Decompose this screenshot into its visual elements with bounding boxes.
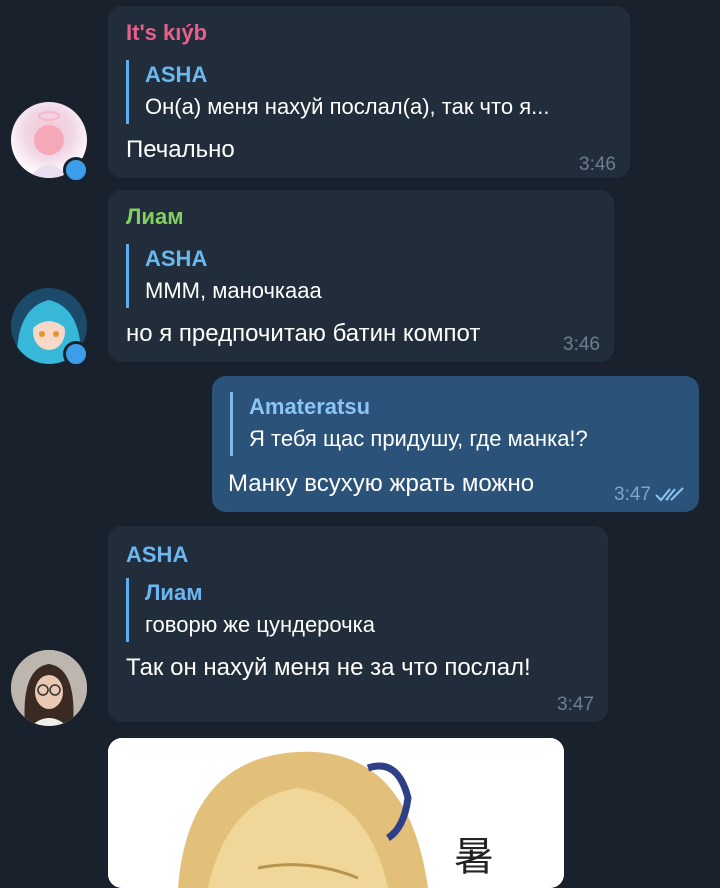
message-time: 3:47 (614, 484, 651, 505)
message-time: 3:46 (579, 154, 616, 175)
reply-text: Я тебя щас придушу, где манка!? (249, 426, 588, 451)
online-indicator (63, 341, 89, 367)
reply-text: Он(а) меня нахуй послал(а), так что я... (145, 94, 550, 119)
message-text: но я предпочитаю батин компот (126, 320, 481, 347)
sender-name[interactable]: ASHA (126, 542, 188, 568)
anime-image (108, 738, 564, 888)
sender-name[interactable]: Лиам (126, 204, 183, 230)
double-check-icon (655, 487, 684, 502)
reply-text: говорю же цундерочка (145, 612, 375, 637)
message-text: Печально (126, 136, 235, 163)
message-bubble[interactable]: It's kıýb ASHA Он(а) меня нахуй послал(а… (108, 6, 630, 178)
image-message[interactable]: 暑 (108, 738, 564, 888)
message-time: 3:46 (563, 334, 600, 355)
message-bubble[interactable]: ASHA Лиам говорю же цундерочка Так он на… (108, 526, 608, 722)
avatar-image (11, 650, 87, 726)
sender-name[interactable]: It's kıýb (126, 20, 207, 46)
avatar[interactable] (11, 650, 87, 726)
reply-quote[interactable]: ASHA Он(а) меня нахуй послал(а), так что… (126, 60, 618, 124)
message-time: 3:47 (557, 694, 594, 715)
reply-quote[interactable]: ASHA МММ, маночкааа (126, 244, 602, 308)
reply-sender: ASHA (145, 246, 208, 271)
reply-quote[interactable]: Лиам говорю же цундерочка (126, 578, 596, 642)
message-text: Манку всухую жрать можно (228, 470, 535, 497)
message-bubble[interactable]: Лиам ASHA МММ, маночкааа но я предпочита… (108, 190, 614, 362)
reply-sender: Лиам (145, 580, 203, 605)
message-text: Так он нахуй меня не за что послал! (126, 654, 531, 681)
reply-sender: ASHA (145, 62, 208, 87)
online-indicator (63, 157, 89, 183)
reply-sender: Amateratsu (249, 394, 371, 419)
outgoing-message-bubble[interactable]: Amateratsu Я тебя щас придушу, где манка… (212, 376, 699, 512)
reply-text: МММ, маночкааа (145, 278, 322, 303)
reply-quote[interactable]: Amateratsu Я тебя щас придушу, где манка… (230, 392, 687, 456)
image-glyph: 暑 (454, 834, 494, 880)
